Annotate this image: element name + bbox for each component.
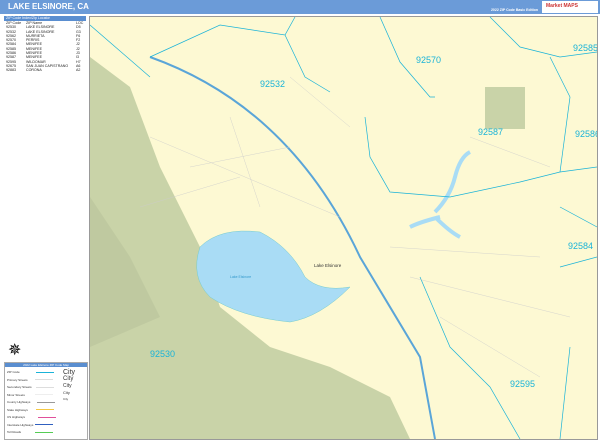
compass-icon: ✵ [8,342,22,359]
legend-city-size: City [63,369,76,376]
legend-item: US Highways [7,415,56,419]
legend-item: Toll Roads [7,430,54,434]
zip-label: 92587 [478,127,504,137]
zip-label: 92595 [510,379,536,389]
legend-item: Minor Streets [7,393,53,397]
lake-label: Lake Elsinore [230,275,252,279]
header-bar: LAKE ELSINORE, CA 2022 ZIP Code Basic Ed… [0,0,600,14]
city-label: Lake Elsinore [314,263,342,268]
legend-item: State Highways [7,408,55,412]
zip-label: 92530 [150,349,176,359]
zip-label: 92585 [573,43,598,53]
zip-label: 92584 [568,241,594,251]
legend-item: Secondary Streets [7,385,54,389]
logo: Market MAPS [542,1,598,13]
map-title: LAKE ELSINORE, CA [8,2,89,11]
index-row: 92883 CORONA A2 [6,68,81,73]
legend-item: Primary Streets [7,378,53,382]
legend-city-size: City [63,376,74,382]
zip-label: 92570 [416,55,442,65]
zip-label: 92586 [575,129,598,139]
park-area [485,87,525,129]
legend: 2022 Lake Elsinore ZIP Code Map ZIP Code… [4,362,88,440]
legend-item: Interstate Highways [7,423,53,427]
zip-label: 92532 [260,79,286,89]
legend-city-size: City [63,390,70,395]
zip-index: ZIP Code Index/Zip Locator ZIP Code ZIP N… [4,16,86,73]
legend-city-size: City [63,397,69,401]
legend-city-size: City [63,383,72,389]
legend-item: County Highways [7,400,56,404]
edition-label: 2022 ZIP Code Basic Edition [490,8,538,12]
map-canvas[interactable]: 92532 92570 92585 92587 92584 92530 9259… [89,16,598,440]
legend-item: ZIP Code [7,370,55,374]
